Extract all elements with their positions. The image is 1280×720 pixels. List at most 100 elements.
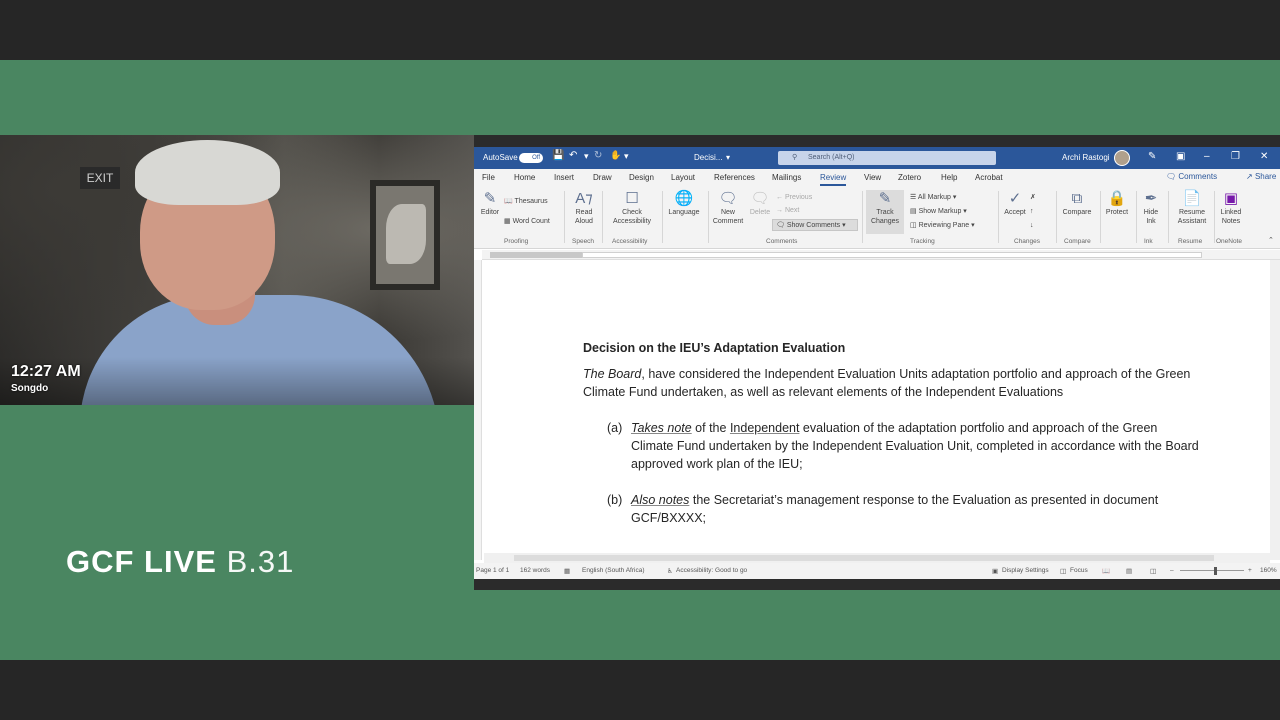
- editor-button[interactable]: ✎ Editor: [478, 190, 502, 217]
- autosave-label: AutoSave: [483, 153, 518, 162]
- tab-draw[interactable]: Draw: [593, 173, 612, 182]
- tab-home[interactable]: Home: [514, 173, 535, 182]
- language-button[interactable]: 🌐 Language: [664, 190, 704, 217]
- ribbon-separator: [564, 191, 565, 243]
- tab-layout[interactable]: Layout: [671, 173, 695, 182]
- status-bar: Page 1 of 1 162 words ▦ English (South A…: [474, 563, 1280, 579]
- markup-select[interactable]: ☰ All Markup ▾: [910, 193, 956, 202]
- reject-icon[interactable]: ✗: [1030, 193, 1036, 202]
- horizontal-ruler[interactable]: [482, 250, 1280, 260]
- share-icon: ↗: [1246, 172, 1255, 181]
- user-avatar[interactable]: [1114, 150, 1130, 166]
- word-window: AutoSave Off 💾 ↶ ▾ ↻ ✋ ▾ Decisi... ▾ ⚲ S…: [474, 135, 1280, 590]
- web-layout-icon[interactable]: ◫: [1150, 567, 1156, 575]
- tab-references[interactable]: References: [714, 173, 755, 182]
- compare-button[interactable]: ⧉ Compare: [1058, 190, 1096, 217]
- group-resume: Resume: [1178, 238, 1203, 245]
- previous-label: Previous: [784, 194, 813, 201]
- customize-toolbar-icon[interactable]: ▾: [624, 151, 629, 162]
- collapse-ribbon-icon[interactable]: ⌃: [1268, 236, 1274, 245]
- accept-icon: ✓: [1008, 190, 1022, 207]
- hide-ink-button[interactable]: ✒ Hide Ink: [1138, 190, 1164, 226]
- vertical-ruler[interactable]: [474, 260, 482, 560]
- delete-label: Delete: [749, 209, 771, 216]
- reviewing-pane-button[interactable]: ◫ Reviewing Pane ▾: [910, 221, 975, 230]
- editor-label: Editor: [480, 209, 500, 216]
- participant-video[interactable]: EXIT 12:27 AM Songdo: [0, 135, 474, 405]
- pen-icon[interactable]: ✎: [1148, 151, 1156, 162]
- window-top-border: [474, 135, 1280, 147]
- page-count[interactable]: Page 1 of 1: [476, 567, 509, 574]
- thesaurus-label: Thesaurus: [514, 198, 548, 205]
- document-page[interactable]: Decision on the IEU’s Adaptation Evaluat…: [484, 261, 1270, 553]
- vertical-scrollbar[interactable]: [1270, 260, 1280, 560]
- accept-button[interactable]: ✓ Accept: [1002, 190, 1028, 217]
- zoom-slider-thumb[interactable]: [1214, 567, 1217, 575]
- linked-notes-button[interactable]: ▣ Linked Notes: [1216, 190, 1246, 226]
- tab-acrobat[interactable]: Acrobat: [975, 173, 1003, 182]
- close-icon[interactable]: ✕: [1260, 151, 1268, 162]
- ribbon-display-icon[interactable]: ▣: [1176, 151, 1185, 162]
- check-accessibility-button[interactable]: ☐ Check Accessibility: [606, 190, 658, 226]
- horizontal-scroll-thumb[interactable]: [514, 555, 1214, 561]
- resume-assistant-button[interactable]: 📄 Resume Assistant: [1172, 190, 1212, 226]
- show-markup-button[interactable]: ▤ Show Markup ▾: [910, 207, 967, 216]
- undo-dropdown-icon[interactable]: ▾: [584, 151, 589, 162]
- document-body[interactable]: Decision on the IEU’s Adaptation Evaluat…: [583, 339, 1203, 527]
- tab-zotero[interactable]: Zotero: [898, 173, 921, 182]
- user-name[interactable]: Archi Rastogi: [1062, 153, 1110, 162]
- word-count-button[interactable]: ▦ Word Count: [504, 217, 550, 226]
- previous-comment-button[interactable]: ← Previous: [776, 193, 812, 202]
- zoom-in-icon[interactable]: +: [1248, 567, 1252, 574]
- ribbon: ✎ Editor 📖 Thesaurus ▦ Word Count Proofi…: [474, 187, 1280, 249]
- language-status[interactable]: English (South Africa): [582, 567, 645, 574]
- display-settings-button[interactable]: Display Settings: [1002, 567, 1049, 574]
- zoom-level[interactable]: 160%: [1260, 567, 1277, 574]
- delete-comment-button[interactable]: 🗨 Delete: [748, 190, 772, 217]
- new-comment-label-1: New: [720, 209, 735, 216]
- document-name-chevron-icon[interactable]: ▾: [726, 153, 730, 162]
- track-changes-button[interactable]: ✎ Track Changes: [866, 190, 904, 234]
- share-button[interactable]: ↗ Share: [1246, 172, 1276, 181]
- tab-view[interactable]: View: [864, 173, 881, 182]
- document-name[interactable]: Decisi...: [694, 153, 722, 162]
- tab-mailings[interactable]: Mailings: [772, 173, 801, 182]
- minimize-icon[interactable]: –: [1204, 151, 1210, 162]
- word-count[interactable]: 162 words: [520, 567, 550, 574]
- show-comments-button[interactable]: 🗨 Show Comments ▾: [776, 221, 846, 230]
- zoom-out-icon[interactable]: –: [1170, 567, 1174, 574]
- new-comment-button[interactable]: 🗨 New Comment: [710, 190, 746, 226]
- tab-help[interactable]: Help: [941, 173, 957, 182]
- read-aloud-button[interactable]: A⁊ Read Aloud: [570, 190, 598, 226]
- redo-icon[interactable]: ↻: [594, 150, 602, 161]
- previous-change-icon[interactable]: ↑: [1030, 207, 1034, 216]
- search-box[interactable]: ⚲ Search (Alt+Q): [778, 151, 996, 165]
- next-change-icon[interactable]: ↓: [1030, 221, 1034, 230]
- accessibility-status[interactable]: Accessibility: Good to go: [676, 567, 747, 574]
- tab-review[interactable]: Review: [820, 173, 847, 186]
- save-icon[interactable]: 💾: [552, 150, 564, 161]
- ribbon-tabs: File Home Insert Draw Design Layout Refe…: [474, 169, 1280, 187]
- list-item-a: (a) Takes note of the Independent evalua…: [583, 419, 1203, 473]
- all-markup-label: All Markup: [917, 194, 951, 201]
- comments-button[interactable]: 🗨 Comments: [1166, 172, 1217, 181]
- focus-button[interactable]: Focus: [1070, 567, 1088, 574]
- horizontal-scrollbar[interactable]: [484, 553, 1270, 563]
- undo-icon[interactable]: ↶: [569, 150, 577, 161]
- read-mode-icon[interactable]: 📖: [1102, 567, 1110, 575]
- print-layout-icon[interactable]: ▤: [1126, 567, 1132, 575]
- protect-button[interactable]: 🔒 Protect: [1102, 190, 1132, 217]
- next-comment-button[interactable]: → Next: [776, 206, 799, 215]
- thesaurus-button[interactable]: 📖 Thesaurus: [504, 197, 548, 206]
- zoom-slider[interactable]: [1180, 570, 1244, 571]
- tab-insert[interactable]: Insert: [554, 173, 574, 182]
- item-a-italic: Takes note: [631, 421, 692, 435]
- group-compare: Compare: [1064, 238, 1091, 245]
- autosave-toggle[interactable]: Off: [519, 153, 543, 163]
- proofing-icon[interactable]: ▦: [564, 567, 570, 575]
- restore-icon[interactable]: ❐: [1231, 151, 1240, 162]
- item-b-text: the Secretariat’s management response to…: [631, 493, 1159, 525]
- tab-file[interactable]: File: [482, 173, 495, 182]
- touch-mode-icon[interactable]: ✋: [610, 150, 621, 161]
- tab-design[interactable]: Design: [629, 173, 654, 182]
